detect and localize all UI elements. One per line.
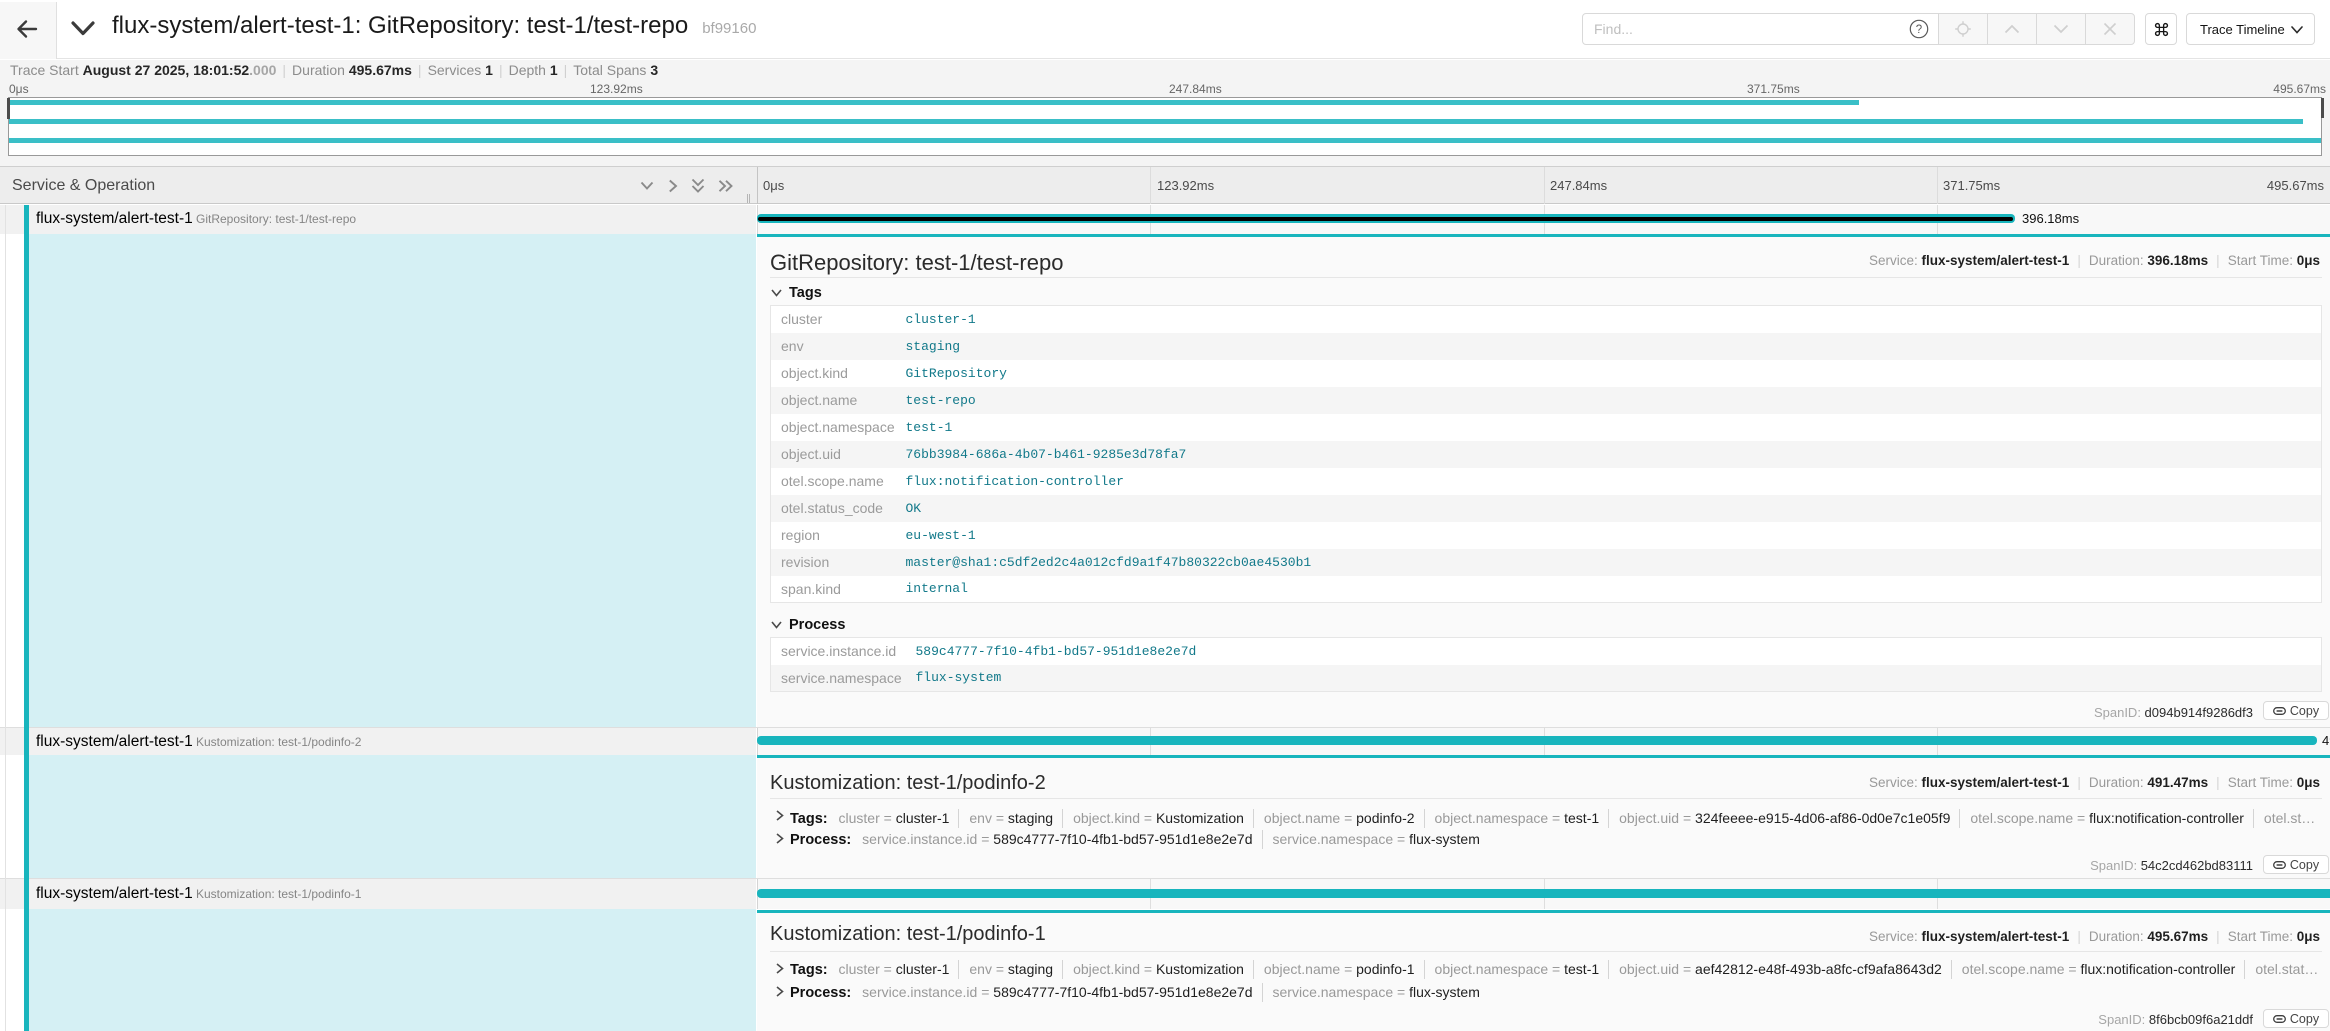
svg-text:?: ? (1915, 24, 1921, 36)
